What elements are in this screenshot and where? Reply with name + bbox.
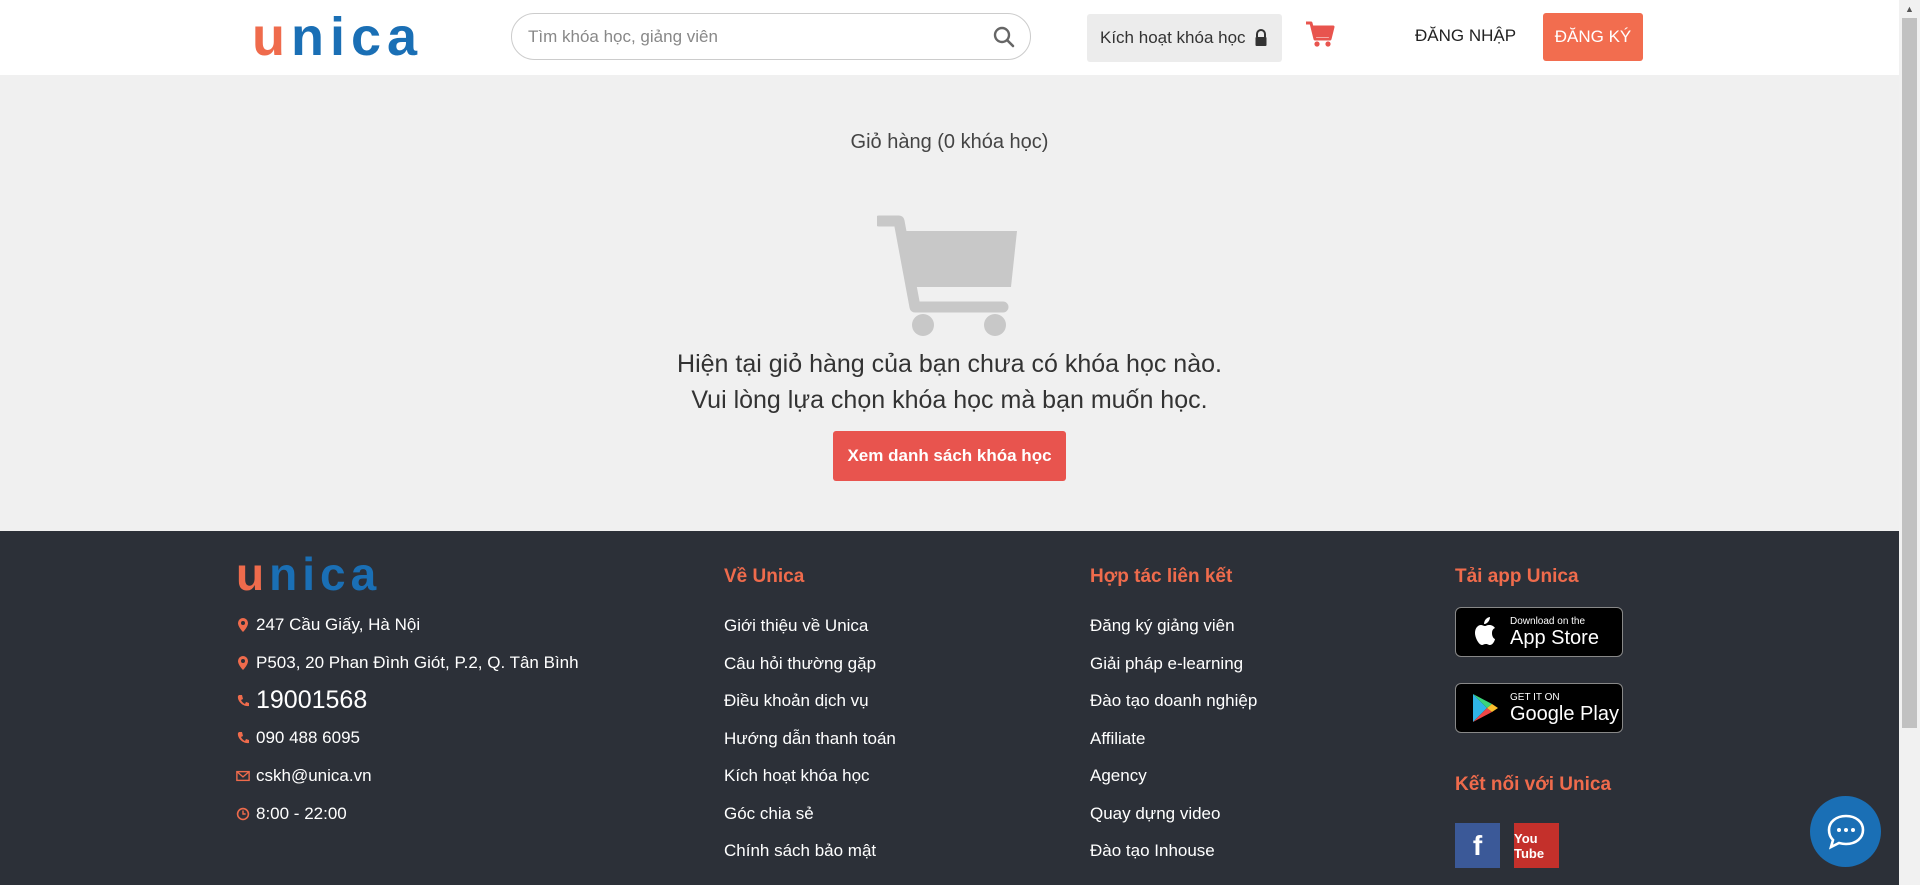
phone-icon — [237, 732, 249, 744]
hotline-text[interactable]: 19001568 — [256, 686, 367, 715]
signup-button[interactable]: ĐĂNG KÝ — [1543, 13, 1643, 61]
facebook-icon: f — [1472, 829, 1483, 861]
footer-link-elearning[interactable]: Giải pháp e-learning — [1090, 654, 1243, 674]
connect-title: Kết nối với Unica — [1455, 774, 1612, 795]
activate-course-label: Kích hoạt khóa học — [1100, 28, 1246, 47]
logo-letter-u: u — [252, 7, 291, 67]
about-title: Về Unica — [724, 566, 805, 587]
unica-logo[interactable]: unica — [252, 10, 423, 64]
envelope-icon — [236, 770, 250, 782]
contact-address-1: 247 Cầu Giấy, Hà Nội — [236, 615, 420, 635]
empty-message-line1: Hiện tại giỏ hàng của bạn chưa có khóa h… — [677, 350, 1222, 378]
activate-course-button[interactable]: Kích hoạt khóa học — [1087, 14, 1282, 62]
facebook-button[interactable]: f — [1455, 823, 1500, 868]
google-play-badge[interactable]: GET IT ON Google Play — [1455, 683, 1623, 733]
footer-link-payment-guide[interactable]: Hướng dẫn thanh toán — [724, 729, 896, 749]
cart-title: Giỏ hàng (0 khóa học) — [850, 131, 1049, 153]
footer-unica-logo[interactable]: unica — [236, 551, 381, 597]
footer-link-enterprise[interactable]: Đào tạo doanh nghiệp — [1090, 691, 1257, 711]
app-title: Tải app Unica — [1455, 566, 1579, 587]
footer-link-affiliate[interactable]: Affiliate — [1090, 729, 1145, 749]
clock-icon — [236, 807, 250, 821]
login-link[interactable]: ĐĂNG NHẬP — [1415, 26, 1516, 46]
google-play-icon — [1473, 694, 1498, 722]
footer-link-instructor-signup[interactable]: Đăng ký giảng viên — [1090, 616, 1235, 636]
footer-logo-letter-u: u — [236, 548, 270, 600]
chat-bubble-icon — [1827, 814, 1864, 849]
contact-address-2: P503, 20 Phan Đình Giót, P.2, Q. Tân Bìn… — [236, 653, 579, 673]
search-box — [511, 13, 1031, 60]
footer-link-video[interactable]: Quay dựng video — [1090, 804, 1220, 824]
search-icon[interactable] — [992, 25, 1016, 49]
address-2-text: P503, 20 Phan Đình Giót, P.2, Q. Tân Bìn… — [256, 653, 579, 672]
email-text[interactable]: cskh@unica.vn — [256, 766, 372, 786]
footer-logo-letters: nica — [269, 548, 382, 600]
contact-hotline: 19001568 — [236, 686, 367, 715]
footer-link-about[interactable]: Giới thiệu về Unica — [724, 616, 868, 636]
hours-text: 8:00 - 22:00 — [256, 804, 347, 823]
empty-message-line2: Vui lòng lựa chọn khóa học mà bạn muốn h… — [691, 386, 1208, 414]
chat-widget-button[interactable] — [1810, 796, 1881, 867]
footer-link-terms[interactable]: Điều khoản dịch vụ — [724, 691, 869, 711]
map-marker-icon — [238, 618, 248, 632]
app-store-text: Download on the App Store — [1510, 616, 1599, 649]
site-header: unica Kích hoạt khóa học ĐĂNG NHẬP ĐĂNG … — [0, 0, 1899, 75]
scroll-up-arrow-icon[interactable]: ▲ — [1899, 0, 1920, 17]
google-play-text: GET IT ON Google Play — [1510, 692, 1619, 725]
app-store-small-text: Download on the — [1510, 615, 1586, 627]
empty-cart-icon — [877, 215, 1017, 336]
footer-link-inhouse[interactable]: Đào tạo Inhouse — [1090, 841, 1215, 861]
cart-icon[interactable] — [1305, 20, 1335, 48]
partner-title: Hợp tác liên kết — [1090, 566, 1233, 587]
footer-link-agency[interactable]: Agency — [1090, 766, 1147, 786]
scrollbar-thumb[interactable] — [1902, 18, 1917, 728]
youtube-button[interactable]: You Tube — [1514, 823, 1559, 868]
site-footer: unica 247 Cầu Giấy, Hà Nội P503, 20 Phan… — [0, 531, 1899, 885]
logo-letters: nica — [291, 7, 424, 67]
contact-phone: 090 488 6095 — [236, 728, 360, 748]
phone-text[interactable]: 090 488 6095 — [256, 728, 360, 748]
apple-icon — [1475, 617, 1495, 645]
google-play-big-text: Google Play — [1510, 702, 1619, 725]
browse-courses-button[interactable]: Xem danh sách khóa học — [833, 431, 1066, 481]
cart-content: Giỏ hàng (0 khóa học) Hiện tại giỏ hàng … — [0, 75, 1899, 531]
contact-email: cskh@unica.vn — [236, 766, 372, 786]
map-marker-icon — [238, 656, 248, 670]
phone-icon — [237, 694, 249, 706]
search-input[interactable] — [528, 14, 988, 59]
address-1-text: 247 Cầu Giấy, Hà Nội — [256, 615, 421, 634]
youtube-icon: You Tube — [1514, 830, 1545, 861]
google-play-small-text: GET IT ON — [1510, 691, 1560, 703]
page-scrollbar[interactable]: ▲ — [1899, 0, 1920, 885]
lock-icon — [1255, 29, 1267, 46]
app-store-badge[interactable]: Download on the App Store — [1455, 607, 1623, 657]
app-store-big-text: App Store — [1510, 626, 1599, 649]
contact-hours: 8:00 - 22:00 — [236, 804, 347, 824]
footer-link-blog[interactable]: Góc chia sẻ — [724, 804, 814, 824]
footer-link-activate[interactable]: Kích hoạt khóa học — [724, 766, 870, 786]
footer-link-faq[interactable]: Câu hỏi thường gặp — [724, 654, 876, 674]
footer-link-privacy[interactable]: Chính sách bảo mật — [724, 841, 876, 861]
